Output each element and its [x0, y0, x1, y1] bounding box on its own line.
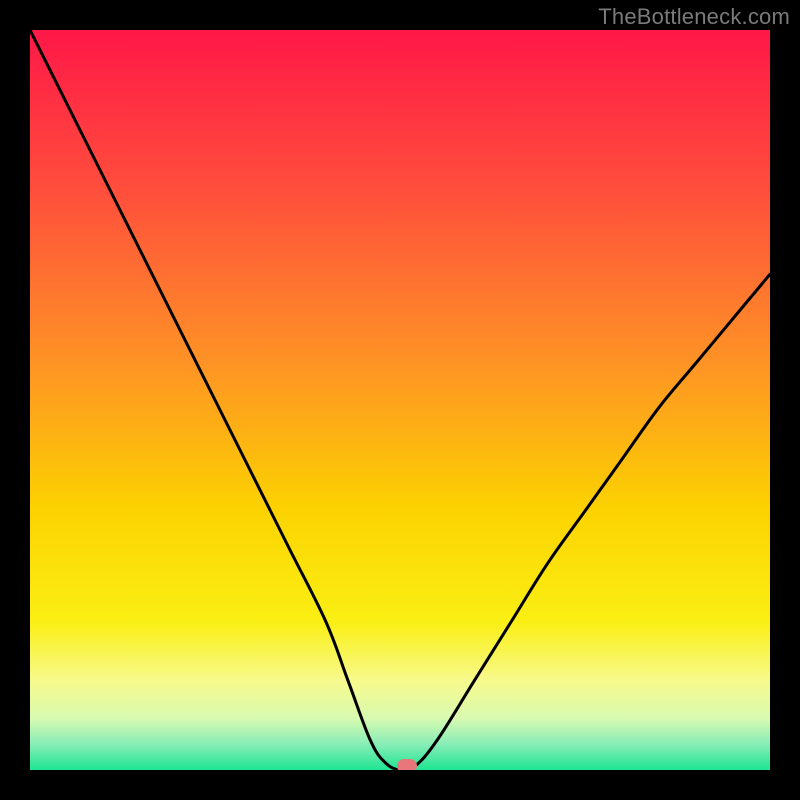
chart-frame: TheBottleneck.com [0, 0, 800, 800]
optimum-marker [397, 759, 417, 770]
plot-area [30, 30, 770, 770]
watermark-text: TheBottleneck.com [598, 4, 790, 30]
bottleneck-curve [30, 30, 770, 770]
